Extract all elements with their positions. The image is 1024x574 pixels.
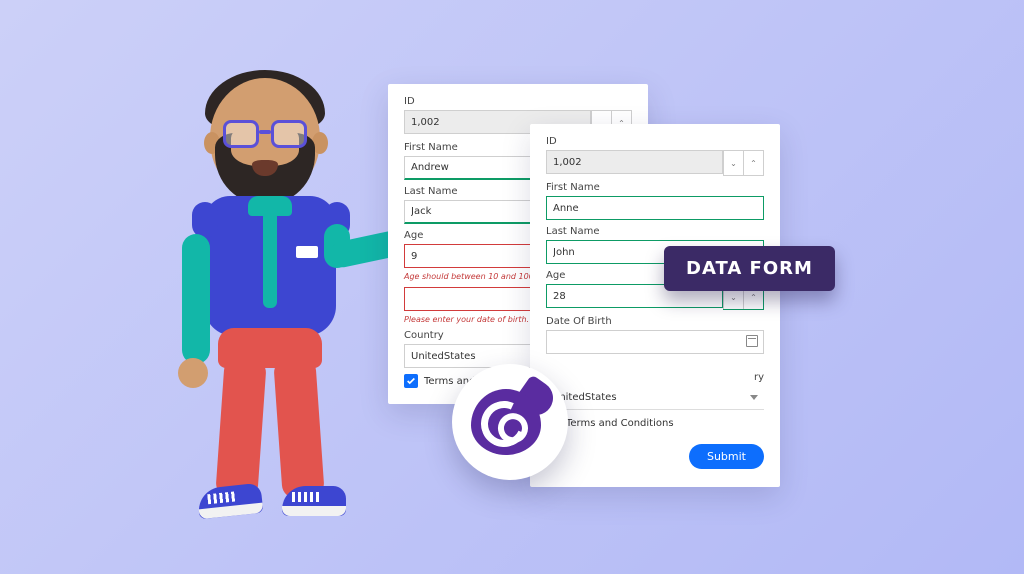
dob-input[interactable] [546,330,764,354]
id-label: ID [546,136,764,147]
id-stepper[interactable]: ⌄⌃ [723,150,764,176]
terms-label: Terms and Conditions [566,418,674,429]
first-name-label: First Name [546,182,764,193]
id-input[interactable] [546,150,723,174]
terms-checkbox[interactable] [404,374,418,388]
dob-label: Date Of Birth [546,316,764,327]
first-name-input[interactable] [546,196,764,220]
id-label: ID [404,96,632,107]
character-illustration [160,78,380,548]
calendar-icon[interactable] [746,335,758,347]
form-card-valid: ID ⌄⌃ First Name Last Name Age ⌄⌃ Date O… [530,124,780,487]
country-label-partial: ry [546,372,764,383]
glasses-icon [223,120,307,148]
chevron-down-icon[interactable] [750,395,758,400]
last-name-label: Last Name [546,226,764,237]
data-form-badge: DATA FORM [664,246,835,291]
country-select[interactable] [546,386,764,410]
blazor-logo [452,364,568,480]
submit-button[interactable]: Submit [689,444,764,469]
